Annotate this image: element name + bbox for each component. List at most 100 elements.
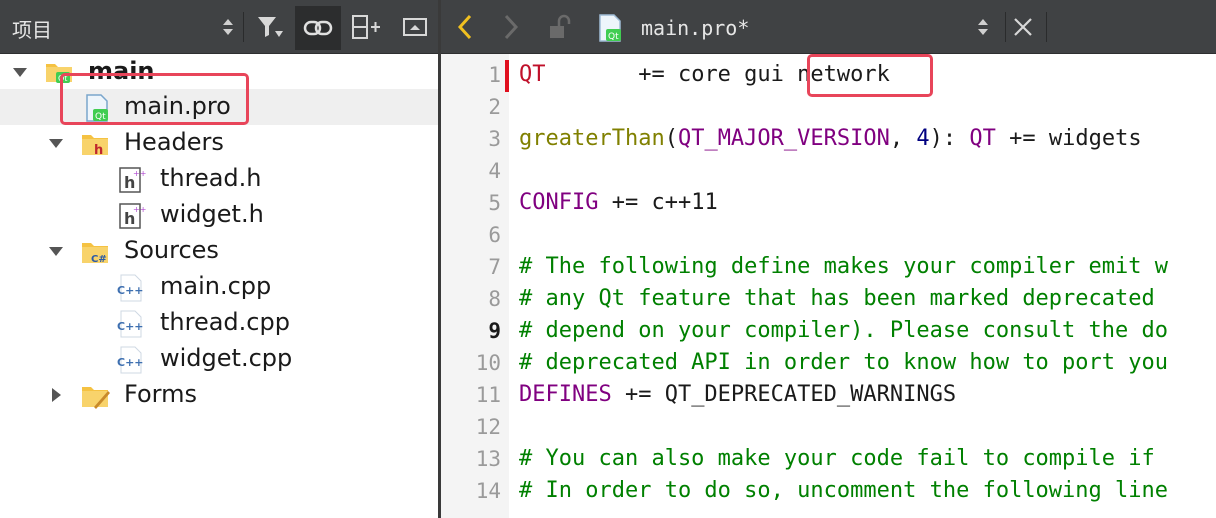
project-panel-title: 项目 [12, 18, 52, 42]
close-icon [1014, 18, 1032, 36]
close-sidebar-button[interactable] [395, 8, 435, 46]
chevron-right-icon [504, 14, 519, 40]
split-add-icon [352, 15, 380, 39]
code-line: # depend on your compiler). Please consu… [519, 318, 1168, 343]
updown-arrows-icon [223, 19, 233, 35]
line-number: 9 [488, 319, 501, 343]
expanded-arrow-icon [13, 68, 27, 77]
tree-item-headers[interactable]: h Headers [0, 125, 438, 161]
chevron-left-icon [457, 14, 472, 40]
qt-pro-file-icon: Qt [599, 14, 621, 42]
code-editor[interactable]: QT += core gui network greaterThan(QT_MAJ… [509, 54, 1216, 518]
cpp-file-icon: C++ [117, 346, 144, 374]
highlight-box-main-pro [60, 73, 249, 125]
panel-collapse-icon [403, 18, 427, 36]
svg-text:C++: C++ [117, 284, 144, 297]
code-line: # In order to do so, uncomment the follo… [519, 478, 1168, 503]
tree-item-sources[interactable]: C# Sources [0, 233, 438, 269]
expanded-arrow-icon [49, 139, 63, 148]
svg-text:++: ++ [133, 169, 146, 178]
line-number: 4 [488, 159, 501, 183]
code-token: # In order to do so, uncomment the follo… [519, 478, 1169, 503]
code-token: QT [969, 126, 996, 151]
tree-item-label: Sources [124, 236, 219, 264]
line-number: 1 [488, 63, 501, 87]
code-line: DEFINES += QT_DEPRECATED_WARNINGS [519, 382, 956, 407]
back-button[interactable] [445, 8, 485, 46]
cpp-file-icon: C++ [117, 274, 144, 302]
code-token: 4 [916, 126, 930, 151]
forward-button[interactable] [491, 8, 531, 46]
code-line: CONFIG += c++11 [519, 190, 718, 215]
panel-view-selector[interactable] [208, 8, 248, 46]
split-button[interactable] [346, 8, 386, 46]
line-number: 11 [475, 383, 501, 407]
sources-folder-icon: C# [82, 243, 108, 265]
tree-item-widget-h[interactable]: h ++ widget.h [0, 197, 438, 233]
code-token: # The following define makes your compil… [519, 254, 1169, 279]
tree-item-main-cpp[interactable]: C++ main.cpp [0, 269, 438, 305]
code-token: QT [519, 62, 546, 87]
code-token: += widgets [995, 126, 1142, 151]
collapsed-arrow-icon [52, 388, 61, 402]
line-number: 5 [488, 191, 501, 215]
svg-text:Qt: Qt [608, 32, 619, 42]
updown-arrows-icon [978, 19, 988, 35]
tree-item-label: thread.h [160, 164, 262, 192]
code-token: ): [929, 126, 970, 151]
code-token: greaterThan [519, 126, 665, 151]
line-number: 2 [488, 95, 501, 119]
sync-link-button[interactable] [295, 6, 341, 50]
code-token: DEFINES [519, 382, 612, 407]
line-number: 13 [475, 447, 501, 471]
tree-item-label: thread.cpp [160, 308, 290, 336]
code-token: # any Qt feature that has been marked de… [519, 286, 1155, 311]
line-number-gutter: 1 2 3 4 5 6 7 8 9 10 11 12 13 14 [441, 54, 509, 518]
project-tree: Qt main Qt main.pro h Headers h ++ threa… [0, 54, 438, 518]
code-token: # deprecated API in order to know how to… [519, 350, 1169, 375]
code-line: greaterThan(QT_MAJOR_VERSION, 4): QT += … [519, 126, 1142, 151]
code-line: # The following define makes your compil… [519, 254, 1168, 279]
line-number: 3 [488, 127, 501, 151]
cpp-file-icon: C++ [117, 310, 144, 338]
code-line: # deprecated API in order to know how to… [519, 350, 1168, 375]
tree-item-thread-h[interactable]: h ++ thread.h [0, 161, 438, 197]
link-icon [303, 20, 333, 36]
code-token: ( [664, 126, 678, 151]
code-token: , [889, 126, 917, 151]
open-documents-dropdown[interactable] [963, 8, 1003, 46]
line-number: 6 [488, 223, 501, 247]
svg-text:C++: C++ [117, 320, 144, 333]
code-token: CONFIG [519, 190, 599, 215]
headers-folder-icon: h [82, 135, 108, 158]
open-file-name[interactable]: main.pro* [641, 16, 749, 40]
svg-text:++: ++ [133, 205, 146, 214]
tree-item-label: Forms [124, 380, 197, 408]
editor-toolbar: Qt main.pro* [441, 0, 1216, 54]
code-token: # depend on your compiler). Please consu… [519, 318, 1169, 343]
close-document-button[interactable] [1003, 8, 1043, 46]
code-token: QT_MAJOR_VERSION [677, 126, 890, 151]
header-file-icon: h ++ [119, 203, 146, 229]
header-file-icon: h ++ [119, 167, 146, 193]
code-token: += core gui [545, 62, 798, 87]
project-toolbar: 项目 [0, 0, 440, 54]
svg-text:h: h [94, 143, 103, 158]
tree-item-thread-cpp[interactable]: C++ thread.cpp [0, 305, 438, 341]
tree-item-label: main.cpp [160, 272, 272, 300]
tree-item-widget-cpp[interactable]: C++ widget.cpp [0, 341, 438, 377]
line-number: 10 [475, 351, 501, 375]
svg-text:C#: C# [91, 254, 107, 265]
code-line: # You can also make your code fail to co… [519, 446, 1155, 471]
code-token: # You can also make your code fail to co… [519, 446, 1155, 471]
tree-item-forms[interactable]: Forms [0, 377, 438, 413]
unlock-icon [550, 14, 571, 38]
code-line: # any Qt feature that has been marked de… [519, 286, 1155, 311]
forms-folder-icon [82, 387, 110, 409]
lock-button[interactable] [539, 8, 579, 46]
tree-item-label: Headers [124, 128, 224, 156]
line-number: 12 [475, 415, 501, 439]
line-number: 8 [488, 287, 501, 311]
filter-button[interactable] [250, 8, 290, 46]
filter-icon [258, 17, 283, 37]
